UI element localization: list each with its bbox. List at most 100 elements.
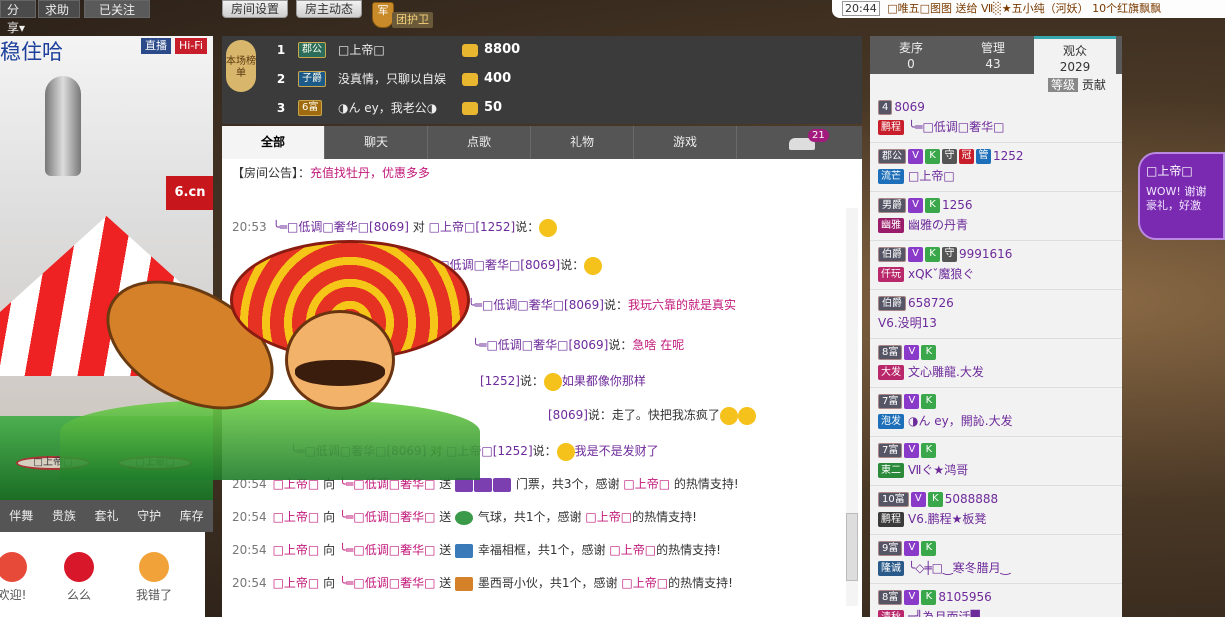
msg-verb: 对 [412,220,425,234]
sort-by-level[interactable]: 等级 [1048,78,1079,92]
seat-1[interactable]: □上帝□ [16,456,90,470]
msg-text: 我是不是发财了 [574,444,659,458]
rank-row[interactable]: 2 子爵 没真情，只聊以自娱 400 [274,65,854,93]
tab-all[interactable]: 全部 [222,126,325,159]
chat-scrollbar[interactable] [846,208,858,606]
video-player[interactable]: 稳住哈 直播 Hi-Fi 6.cn □上帝□ □上帝□ [0,36,213,500]
help-button[interactable]: 求助 [38,0,80,18]
gift-tab-set[interactable]: 套礼 [85,500,128,532]
msg-to[interactable]: ╰═□低调□奢华□ [339,543,435,557]
audience-user[interactable]: 伯爵 V K 守 9991616 仟玩 ⅹQKˇ魔狼ぐ [870,241,1122,290]
audience-panel: 麦序 0 管理 43 观众 2029 等级 贡献 4 8069 鹏程 ╰═□低调□奢华… [870,36,1122,617]
msg-text: 走了。快把我冻疯了 [611,408,720,422]
tab-song[interactable]: 点歌 [428,126,531,159]
tab-gift[interactable]: 礼物 [531,126,634,159]
msg-to[interactable]: ╰═□低调□奢华□ [339,510,435,524]
msg-to[interactable]: □上帝□[1252] [429,220,516,234]
msg-text: 急啥 在呢 [632,338,685,352]
rank-row[interactable]: 3 6富 ◑ん ey，我老公◑ 50 [274,94,854,122]
msg-to[interactable]: [1252] [480,374,520,388]
msg-to[interactable]: ╰═□低调□奢华□[8069] [424,258,560,272]
privilege-icon: V [910,492,926,507]
msg-say: 说： [515,220,540,234]
audience-user[interactable]: 郡公 V K 守冠管 1252 流芒 □上帝□ [870,143,1122,192]
audience-user[interactable]: 7富 V K 東二 Ⅶぐ★鸿哥 [870,437,1122,486]
msg-from[interactable]: ╰═□低调□奢华□[8069] [273,220,409,234]
level-badge: 子爵 [298,71,326,87]
msg-to[interactable]: ╰═□低调□奢华□[8069] [472,338,608,352]
msg-from[interactable]: □上帝□ [273,543,320,557]
msg-to[interactable]: ╰═□低调□奢华□ [339,477,435,491]
room-settings-button[interactable]: 房间设置 [222,0,289,18]
guard-badge[interactable]: 军 团护卫 [372,2,434,30]
msg-from[interactable]: □上帝□ [273,510,320,524]
audience-user[interactable]: 伯爵 658726 V6.没明13 [870,290,1122,339]
gift-thanks-bubble[interactable]: □上帝□ WOW! 谢谢豪礼，好激 [1138,152,1225,240]
gift-item[interactable]: 我错了 [124,552,184,603]
audience-user[interactable]: 8富 V K 大发 文心雕龍.大发 [870,339,1122,388]
trophy-icon: 1 [276,43,286,57]
user-name[interactable]: ╰═□低调□奢华□ [908,120,1004,134]
gift-tab-inventory[interactable]: 库存 [170,500,213,532]
user-name[interactable]: V6.没明13 [878,316,937,330]
gift-tab-dance[interactable]: 伴舞 [0,500,43,532]
scrollbar-thumb[interactable] [846,513,858,581]
rank-value: 400 [484,71,512,86]
gift-text: 墨西哥小伙，共1个，感谢 [477,576,618,590]
seat-2[interactable]: □上帝□ [118,456,192,470]
share-button[interactable]: 分享▾ [0,0,36,35]
user-name[interactable]: ═╣為月而活█ [908,610,980,617]
user-line-1: 男爵 V K 1256 [878,196,1122,216]
msg-from[interactable]: □上帝□ [273,576,320,590]
msg-from[interactable]: □上帝□ [273,477,320,491]
gift-tab-guard[interactable]: 守护 [128,500,171,532]
user-line-1: 10富 V K 5088888 [878,490,1122,510]
privilege-icon: V [904,541,920,556]
user-name[interactable]: 文心雕龍.大发 [908,365,984,379]
sort-by-contribution[interactable]: 贡献 [1082,78,1106,92]
tab-mic-queue[interactable]: 麦序 0 [870,36,952,74]
user-name[interactable]: 幽雅の丹青 [908,218,968,232]
msg-to[interactable]: ╰═□低调□奢华□ [339,576,435,590]
privilege-icon: K [921,541,937,556]
user-name[interactable]: ◑ん ey，開訫.大发 [908,414,1013,428]
msg-from[interactable]: [1252] [408,298,448,312]
chat-message: ╰═□低调□奢华□[8069] 对 □上帝□[1252]说： 我是不是发财了 [232,440,844,462]
audience-user[interactable]: 8富VK8105956 清秋 ═╣為月而活█ [870,584,1122,617]
privilege-icon: V [904,443,920,458]
level-badge: 8富 [878,345,903,360]
audience-user[interactable]: 10富 V K 5088888 鹏程 V6.鹏程★板凳 [870,486,1122,535]
audience-user[interactable]: 7富 V K 泡发 ◑ん ey，開訫.大发 [870,388,1122,437]
guard-label: 团护卫 [392,12,433,28]
msg-to[interactable]: □上帝□[1252] [446,444,533,458]
user-id: 1252 [993,149,1024,163]
site-flag: 6.cn [166,176,213,210]
privilege-icon: K [927,492,943,507]
user-name[interactable]: V6.鹏程★板凳 [908,512,986,526]
user-line-1: 郡公 V K 守冠管 1252 [878,147,1122,167]
host-updates-button[interactable]: 房主动态 [296,0,363,18]
gift-tab-noble[interactable]: 贵族 [43,500,86,532]
user-name[interactable]: Ⅶぐ★鸿哥 [908,463,968,477]
audience-user[interactable]: 男爵 V K 1256 幽雅 幽雅の丹青 [870,192,1122,241]
msg-to[interactable]: [8069] [548,408,588,422]
mexican-guy-gift-icon [455,576,474,591]
msg-verb: 向 [323,543,336,557]
user-name[interactable]: ╰◇╪□‿寒冬腊月‿ [908,561,1010,575]
follow-button[interactable]: 已关注 [84,0,150,18]
tab-game[interactable]: 游戏 [634,126,737,159]
audience-user[interactable]: 9富 V K 隆诚 ╰◇╪□‿寒冬腊月‿ [870,535,1122,584]
tab-audience[interactable]: 观众 2029 [1034,36,1116,74]
user-name[interactable]: □上帝□ [908,169,955,183]
tab-chat[interactable]: 聊天 [325,126,428,159]
msg-to[interactable]: ╰═□低调□奢华□[8069] [468,298,604,312]
thanks-tail: 的热情支持! [632,510,697,524]
audience-user[interactable]: 4 8069 鹏程 ╰═□低调□奢华□ [870,94,1122,143]
rank-row[interactable]: 1 郡公 □上帝□ 8800 [274,36,854,64]
rank-number: 3 [276,101,286,115]
msg-from[interactable]: ╰═□低调□奢华□[8069] [290,444,426,458]
user-name[interactable]: ⅹQKˇ魔狼ぐ [908,267,974,281]
gift-item[interactable]: 欢迎! [0,552,42,603]
tab-admins[interactable]: 管理 43 [952,36,1034,74]
gift-item[interactable]: 么么 [49,552,109,603]
